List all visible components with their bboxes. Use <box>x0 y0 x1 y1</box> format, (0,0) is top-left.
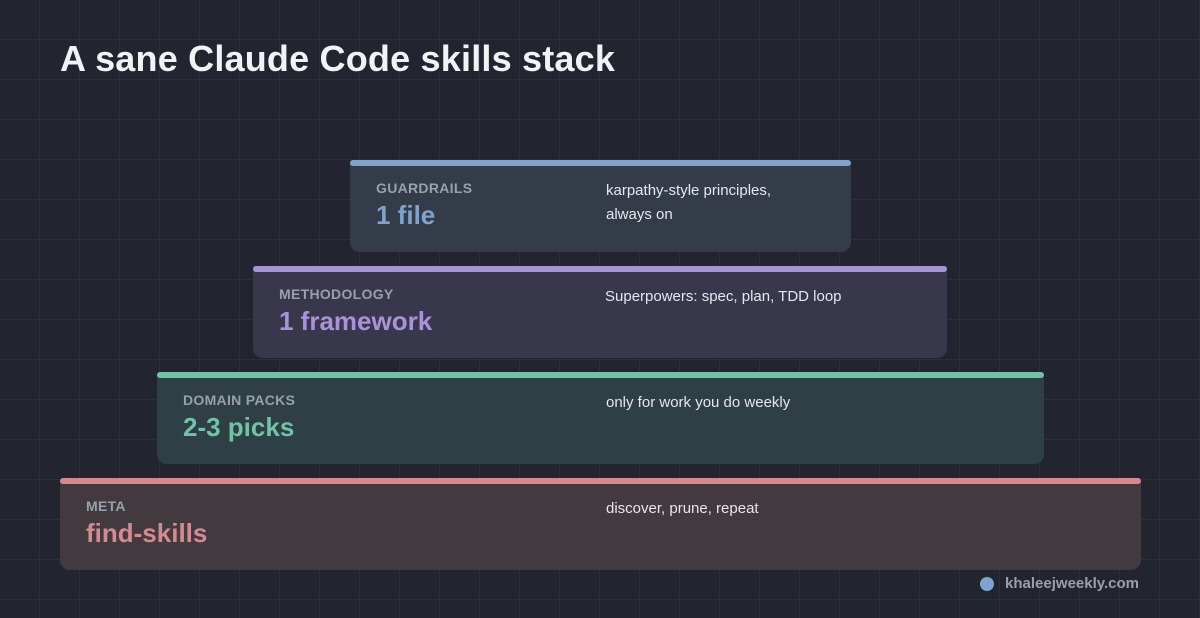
layer-value: find-skills <box>86 518 208 548</box>
circle-dot-icon <box>980 576 995 591</box>
layer-guardrails: GUARDRAILS 1 file karpathy-style princip… <box>350 160 851 252</box>
layer-description-line: always on <box>606 206 673 223</box>
layer-description-line: Superpowers: spec, plan, TDD loop <box>605 288 842 305</box>
layer-description: only for work you do weekly <box>606 391 926 415</box>
layer-value: 2-3 picks <box>183 412 295 442</box>
layer-accent-bar <box>253 266 947 272</box>
layer-methodology: METHODOLOGY 1 framework Superpowers: spe… <box>253 266 947 358</box>
layer-description: discover, prune, repeat <box>606 497 926 521</box>
site-name: khaleejweekly.com <box>1005 575 1139 592</box>
layer-tag: METHODOLOGY <box>279 286 394 302</box>
layer-accent-bar <box>350 160 851 166</box>
layer-description-line: only for work you do weekly <box>606 394 791 411</box>
layer-value: 1 file <box>376 200 436 230</box>
layer-description-line: karpathy-style principles, <box>606 182 772 199</box>
page-title: A sane Claude Code skills stack <box>60 38 616 79</box>
layer-meta: META find-skills discover, prune, repeat <box>60 478 1141 570</box>
layer-tag: DOMAIN PACKS <box>183 392 296 408</box>
layer-tag: GUARDRAILS <box>376 180 473 196</box>
footer-brand: khaleejweekly.com <box>980 575 1139 592</box>
layer-description: karpathy-style principles, always on <box>606 179 836 227</box>
layer-description: Superpowers: spec, plan, TDD loop <box>605 285 925 309</box>
layer-domain-packs: DOMAIN PACKS 2-3 picks only for work you… <box>157 372 1044 464</box>
layer-accent-bar <box>60 478 1141 484</box>
layer-tag: META <box>86 498 126 514</box>
layer-accent-bar <box>157 372 1044 378</box>
layer-description-line: discover, prune, repeat <box>606 500 759 517</box>
layer-value: 1 framework <box>279 306 433 336</box>
